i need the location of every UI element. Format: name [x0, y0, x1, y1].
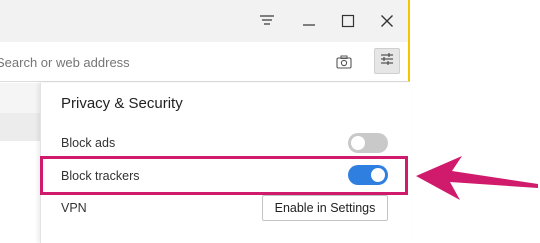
address-input[interactable] [0, 50, 314, 74]
minimize-icon[interactable] [296, 8, 322, 34]
panel-title: Privacy & Security [61, 95, 183, 112]
vpn-label: VPN [61, 201, 87, 215]
close-icon[interactable] [374, 8, 400, 34]
sliders-icon [380, 52, 394, 71]
enable-in-settings-button[interactable]: Enable in Settings [262, 195, 388, 221]
page-section [0, 141, 40, 243]
hamburger-lines-icon[interactable] [254, 8, 280, 34]
title-bar [0, 0, 410, 42]
highlight-box [40, 156, 408, 195]
annotation-arrow-icon [416, 156, 538, 200]
page-section [0, 113, 40, 141]
toggle-knob [351, 136, 365, 150]
page-background [0, 83, 40, 243]
maximize-icon[interactable] [335, 8, 361, 34]
block-ads-toggle[interactable] [348, 133, 388, 153]
address-bar [0, 42, 410, 82]
camera-icon[interactable] [334, 52, 354, 72]
easy-setup-button[interactable] [374, 48, 400, 74]
block-ads-label: Block ads [61, 136, 116, 150]
